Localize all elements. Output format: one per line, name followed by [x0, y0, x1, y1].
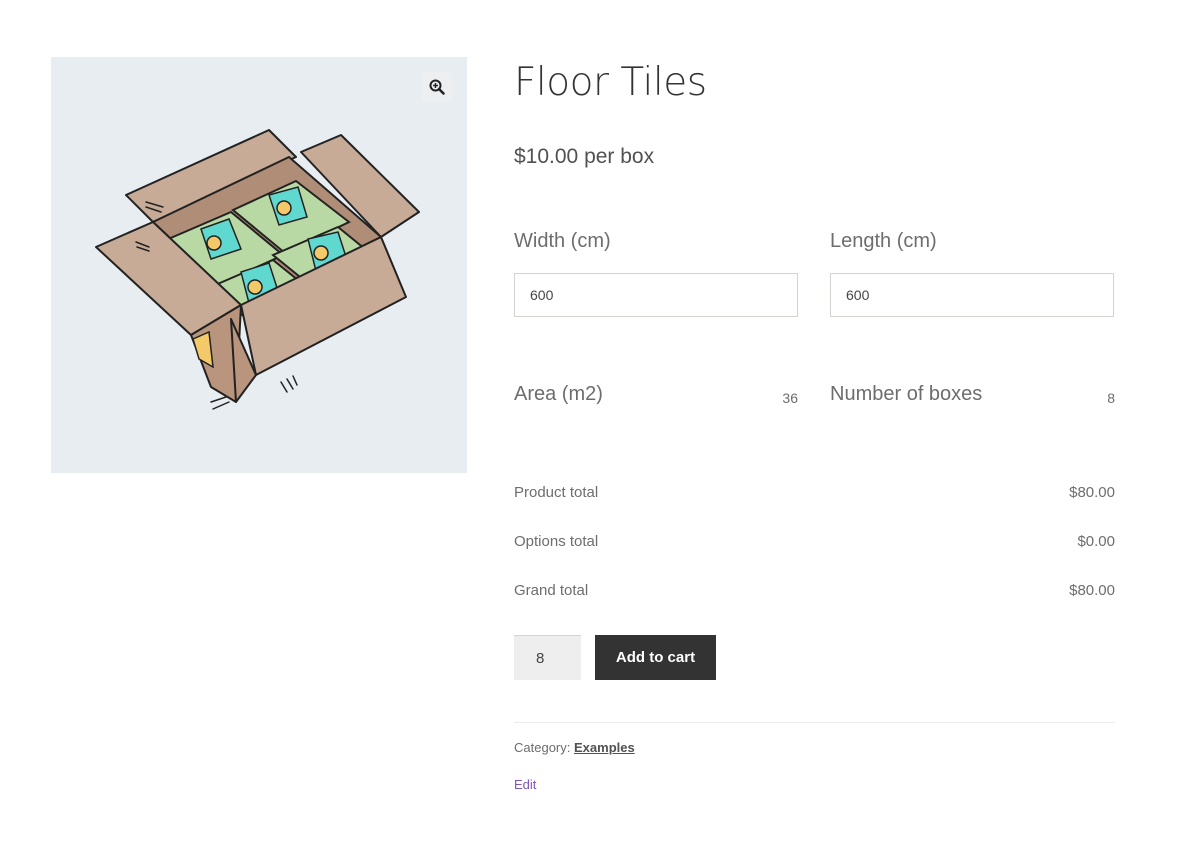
- boxes-value: 8: [1107, 390, 1115, 406]
- category-link[interactable]: Examples: [574, 740, 635, 755]
- total-label: Grand total: [514, 582, 589, 599]
- length-input[interactable]: [830, 273, 1114, 317]
- zoom-button[interactable]: [422, 72, 452, 102]
- width-input[interactable]: [514, 273, 798, 317]
- product-price: $10.00 per box: [514, 145, 655, 168]
- total-value: $0.00: [1077, 533, 1115, 550]
- total-label: Options total: [514, 533, 599, 550]
- product-title: Floor Tiles: [514, 60, 707, 105]
- length-label: Length (cm): [830, 230, 937, 252]
- product-gallery: [51, 57, 467, 473]
- area-value: 36: [782, 390, 798, 406]
- edit-link[interactable]: Edit: [514, 777, 536, 792]
- total-label: Product total: [514, 484, 599, 501]
- add-to-cart-button[interactable]: Add to cart: [595, 635, 716, 680]
- options-total-row: Options total $0.00: [514, 533, 1115, 550]
- total-value: $80.00: [1069, 582, 1115, 599]
- divider: [514, 722, 1115, 723]
- product-total-row: Product total $80.00: [514, 484, 1115, 501]
- category-label: Category:: [514, 740, 571, 755]
- product-page: Floor Tiles $10.00 per box Width (cm) Le…: [0, 0, 1183, 852]
- total-value: $80.00: [1069, 484, 1115, 501]
- width-label: Width (cm): [514, 230, 611, 252]
- area-label: Area (m2): [514, 383, 603, 405]
- boxes-label: Number of boxes: [830, 383, 983, 405]
- product-meta: Category: Examples: [514, 740, 635, 755]
- magnifier-plus-icon: [429, 79, 445, 95]
- quantity-input[interactable]: [514, 635, 581, 680]
- grand-total-row: Grand total $80.00: [514, 582, 1115, 599]
- product-image[interactable]: [51, 57, 467, 473]
